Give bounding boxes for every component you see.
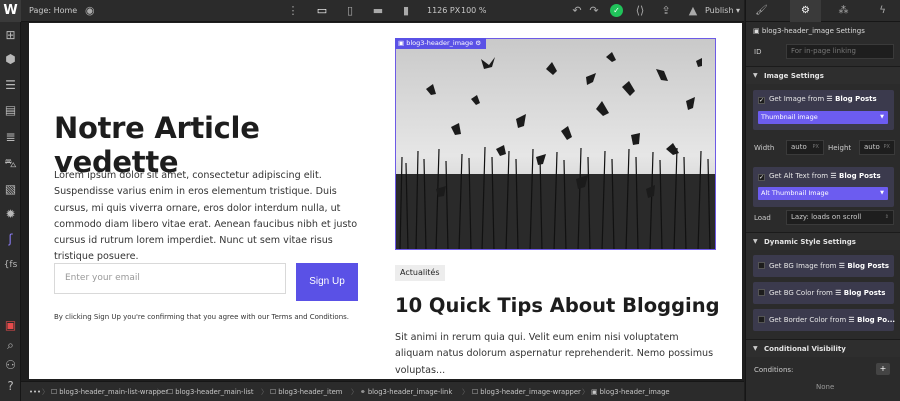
border-color-checkbox[interactable]: Get Border Color from ☰ Blog Po...	[758, 316, 895, 324]
section-dynamic-style[interactable]: ▼ Dynamic Style Settings	[746, 232, 900, 250]
mobile-breakpoint-icon[interactable]: ▮	[398, 4, 414, 18]
image-icon: ▣	[591, 388, 600, 396]
saved-status-icon: ✓	[610, 4, 623, 17]
breadcrumb-item[interactable]: ☐ blog3-header_item	[270, 382, 342, 401]
tag-settings-icon[interactable]: ⚙	[473, 39, 481, 47]
birds-over-grass-photo	[396, 39, 715, 249]
cms-icon[interactable]: ≣	[3, 130, 18, 145]
width-input[interactable]: auto PX	[786, 140, 824, 155]
height-label: Height	[828, 144, 852, 152]
collapse-icon: ▼	[753, 72, 758, 79]
add-panel-icon[interactable]: ⊞	[3, 28, 18, 43]
selected-element-tag[interactable]: ▣ blog3-header_image ⚙	[395, 38, 487, 49]
conditions-label: Conditions:	[754, 366, 794, 374]
section-image-settings[interactable]: ▼ Image Settings	[746, 66, 900, 84]
canvas-width: 1126 PX	[427, 6, 461, 15]
settings-gear-icon[interactable]: ⚙	[790, 0, 821, 22]
link-icon: ⚭	[360, 388, 368, 396]
bg-color-checkbox[interactable]: Get BG Color from ☰ Blog Posts	[758, 289, 885, 297]
search-icon[interactable]: ⌕	[3, 338, 18, 353]
settings-gear-icon[interactable]: ✹	[3, 207, 18, 222]
terms-disclaimer[interactable]: By clicking Sign Up you're confirming th…	[54, 313, 374, 321]
post-excerpt[interactable]: Sit animi in rerum quia qui. Velit eum e…	[395, 330, 715, 379]
undo-icon[interactable]: ↶	[569, 4, 585, 18]
height-input[interactable]: auto PX	[859, 140, 895, 155]
redo-icon[interactable]: ↷	[586, 4, 602, 18]
pages-icon[interactable]: ▤	[3, 103, 18, 118]
logic-icon[interactable]: ʃ	[3, 232, 18, 247]
breadcrumb-item[interactable]: ☐ blog3-header_main-list-wrapper	[51, 382, 168, 401]
alt-field-select[interactable]: Alt Thumbnail Image ▼	[758, 187, 888, 200]
alt-text-card: ✓ Get Alt Text from ☰ Blog Posts Alt Thum…	[753, 167, 894, 207]
border-color-card: Get Border Color from ☰ Blog Po...	[753, 309, 895, 331]
id-label: ID	[754, 48, 762, 56]
audit-icon[interactable]: ▣	[3, 318, 18, 333]
assets-icon[interactable]: ▧	[3, 182, 18, 197]
bg-image-checkbox[interactable]: Get BG Image from ☰ Blog Posts	[758, 262, 889, 270]
style-brush-icon[interactable]: 🖌	[746, 0, 777, 22]
components-icon[interactable]: ⬢	[3, 52, 18, 67]
zoom-level: 100 %	[461, 6, 487, 15]
width-label: Width	[754, 144, 775, 152]
users-icon[interactable]: ⚇	[3, 358, 18, 373]
breadcrumb-item[interactable]: ☐ blog3-header_main-list	[167, 382, 253, 401]
get-alt-checkbox[interactable]: ✓ Get Alt Text from ☰ Blog Posts	[758, 172, 881, 181]
featured-paragraph[interactable]: Lorem ipsum dolor sit amet, consectetur …	[54, 168, 370, 266]
more-options-icon[interactable]: ⋮	[285, 4, 301, 18]
panel-tabs: 🖌 ⚙ ⁂ ϟ	[746, 0, 900, 22]
tablet-breakpoint-icon[interactable]: ▯	[342, 4, 358, 18]
help-icon[interactable]: ?	[3, 379, 18, 394]
category-badge[interactable]: Actualités	[395, 265, 445, 281]
image-source-card: ✓ Get Image from ☰ Blog Posts Thumbnail i…	[753, 90, 894, 130]
breadcrumb: ••• 〉 ☐ blog3-header_main-list-wrapper 〉…	[21, 381, 744, 401]
share-icon[interactable]: ⇪	[658, 4, 674, 18]
id-input[interactable]: For in-page linking	[786, 44, 894, 59]
post-title[interactable]: 10 Quick Tips About Blogging	[395, 294, 725, 317]
webflow-logo[interactable]: W	[0, 0, 21, 22]
landscape-breakpoint-icon[interactable]: ▬	[370, 4, 386, 18]
ecommerce-icon[interactable]: ⛍	[3, 156, 18, 171]
signup-button[interactable]: Sign Up	[296, 263, 358, 301]
navigator-icon[interactable]: ☰	[3, 78, 18, 93]
image-tag-icon: ▣	[398, 39, 407, 47]
interactions-bolt-icon[interactable]: ϟ	[867, 0, 898, 22]
left-toolbar: W ⊞ ⬢ ☰ ▤ ≣ ⛍ ▧ ✹ ʃ {fs ▣ ⌕ ⚇ ?	[0, 0, 21, 401]
section-conditional-visibility[interactable]: ▼ Conditional Visibility	[746, 339, 900, 357]
blog-header-image[interactable]	[395, 38, 716, 250]
page-selector[interactable]: Page: Home	[29, 0, 77, 22]
image-icon: ▣	[753, 27, 762, 35]
add-condition-button[interactable]: +	[876, 363, 890, 375]
variables-icon[interactable]: {fs	[3, 258, 18, 273]
email-field[interactable]: Enter your email	[54, 263, 286, 294]
chevron-down-icon: ▼	[880, 190, 884, 196]
preview-eye-icon[interactable]: ◉	[85, 4, 99, 18]
desktop-breakpoint-icon[interactable]: ▭	[314, 4, 330, 18]
load-label: Load	[754, 214, 771, 222]
select-arrows-icon: ⇕	[884, 214, 889, 220]
load-select[interactable]: Lazy: loads on scroll ⇕	[786, 210, 894, 225]
get-image-checkbox[interactable]: ✓ Get Image from ☰ Blog Posts	[758, 95, 877, 104]
collapse-icon: ▼	[753, 345, 758, 352]
breadcrumb-more[interactable]: •••	[29, 382, 41, 401]
bg-color-card: Get BG Color from ☰ Blog Posts	[753, 282, 894, 304]
settings-panel: 🖌 ⚙ ⁂ ϟ ▣ blog3-header_image Settings ID…	[745, 0, 900, 401]
top-toolbar: Page: Home ◉ ⋮ ▭ ▯ ▬ ▮ 1126 PX 100 % ↶ ↷…	[21, 0, 744, 22]
design-canvas[interactable]: Notre Article vedette Lorem ipsum dolor …	[29, 23, 742, 379]
breadcrumb-item[interactable]: ☐ blog3-header_image-wrapper	[472, 382, 581, 401]
publish-button[interactable]: Publish ▾	[705, 0, 740, 22]
bg-image-card: Get BG Image from ☰ Blog Posts	[753, 255, 894, 277]
code-export-icon[interactable]: ⟨⟩	[632, 4, 648, 18]
breadcrumb-item[interactable]: ⚭ blog3-header_image-link	[360, 382, 452, 401]
element-settings-title: ▣ blog3-header_image Settings	[753, 27, 865, 35]
breadcrumb-item-current[interactable]: ▣ blog3-header_image	[591, 382, 670, 401]
collapse-icon: ▼	[753, 238, 758, 245]
chevron-down-icon: ▼	[880, 114, 884, 120]
publish-rocket-icon[interactable]: ▲	[685, 4, 701, 18]
image-field-select[interactable]: Thumbnail image ▼	[758, 111, 888, 124]
conditions-value: None	[816, 383, 835, 391]
style-manager-icon[interactable]: ⁂	[828, 0, 859, 22]
